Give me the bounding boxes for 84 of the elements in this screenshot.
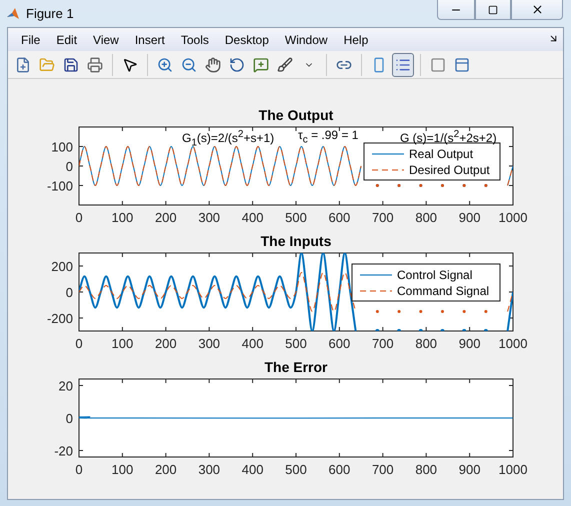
tick-label: 200: [51, 259, 73, 274]
tick-label: 900: [458, 462, 480, 477]
dock-arrow-icon[interactable]: [548, 33, 559, 44]
menu-item[interactable]: File: [13, 32, 48, 46]
tick-label: 200: [154, 210, 177, 225]
folder-icon: [39, 56, 55, 72]
legend-label: Desired Output: [409, 163, 490, 177]
tick-label: 300: [198, 210, 220, 225]
tick-label: 0: [75, 336, 83, 351]
printer-icon: [87, 56, 103, 72]
square-icon: [430, 56, 446, 72]
app-logo-icon: [6, 6, 20, 20]
tick-label: 0: [66, 411, 73, 426]
tick-label: 20: [58, 378, 73, 394]
tick-label: 100: [112, 462, 134, 477]
menu-item[interactable]: Window: [276, 32, 336, 46]
tick-label: 900: [458, 210, 480, 225]
maximize-button[interactable]: [475, 0, 511, 20]
tick-label: 100: [112, 210, 134, 225]
tick-label: 900: [458, 336, 480, 351]
plot-title: The Error: [264, 359, 328, 375]
equation-text: G$_{1}$(s)=2/(s$^{2}$+s+1): [182, 128, 274, 150]
equation-text: τ$_{c}$ = .99 = 1: [298, 128, 358, 148]
tick-label: 200: [154, 336, 177, 351]
tick-label: 800: [415, 462, 438, 477]
tick-label: 0: [75, 210, 83, 225]
hand-icon: [205, 56, 221, 72]
tick-label: -100: [46, 178, 73, 194]
tick-label: 1000: [498, 210, 528, 225]
tick-label: -200: [46, 311, 73, 326]
menu-item[interactable]: Tools: [172, 32, 217, 46]
new-file-icon: [15, 56, 31, 72]
rotate-icon: [229, 56, 245, 72]
tick-label: 600: [328, 336, 350, 351]
tick-label: 300: [198, 462, 220, 477]
save-icon: [63, 56, 79, 72]
tick-label: 100: [112, 336, 134, 351]
tick-label: 0: [66, 285, 73, 300]
tick-label: 400: [242, 462, 264, 477]
menu-item[interactable]: Desktop: [216, 32, 277, 46]
plot-title: The Inputs: [260, 233, 332, 249]
tick-label: 700: [372, 336, 394, 351]
equation-text: G (s)=1/(s$^{2}$+2s+2): [400, 128, 497, 145]
tick-label: 600: [328, 462, 350, 477]
menu-item[interactable]: Edit: [48, 32, 86, 46]
tick-label: 1000: [498, 462, 528, 477]
legend-icon: [395, 56, 411, 72]
window-title: Figure 1: [26, 6, 74, 21]
tick-label: 300: [198, 336, 220, 351]
menu-item[interactable]: View: [85, 32, 127, 46]
note-plus-icon: [253, 56, 269, 72]
tick-label: 800: [415, 210, 438, 225]
tick-label: 500: [285, 210, 307, 225]
tick-label: 700: [372, 210, 394, 225]
legend-label: Command Signal: [397, 284, 490, 298]
legend-line: [360, 290, 392, 292]
tick-label: 100: [51, 140, 73, 154]
close-button[interactable]: [511, 0, 563, 20]
tick-label: 200: [154, 462, 177, 477]
tick-label: 1000: [498, 336, 528, 351]
maximize-icon: [488, 4, 498, 14]
legend-label: Control Signal: [397, 268, 472, 282]
tick-label: 0: [66, 159, 73, 174]
tick-label: 500: [285, 462, 307, 477]
legend-line: [360, 274, 392, 276]
tick-label: 800: [415, 336, 438, 351]
close-icon: [530, 3, 544, 16]
plot-title: The Output: [258, 107, 334, 123]
pointer-icon: [122, 56, 138, 72]
tick-label: 500: [285, 336, 307, 351]
tick-label: 600: [328, 210, 350, 225]
tick-label: 400: [242, 336, 264, 351]
panel-icon: [454, 56, 470, 72]
tick-label: 400: [242, 210, 264, 225]
menu-item[interactable]: Insert: [126, 32, 173, 46]
legend-label: Real Output: [409, 147, 474, 161]
brush-icon: [277, 56, 293, 72]
menu-item[interactable]: Help: [336, 32, 376, 46]
zoom-out-icon: [181, 56, 197, 72]
tick-label: -20: [54, 444, 73, 458]
tick-label: 0: [75, 462, 83, 477]
tick-label: 700: [372, 462, 394, 477]
zoom-in-icon: [157, 56, 173, 72]
legend-tool[interactable]: [392, 52, 414, 76]
